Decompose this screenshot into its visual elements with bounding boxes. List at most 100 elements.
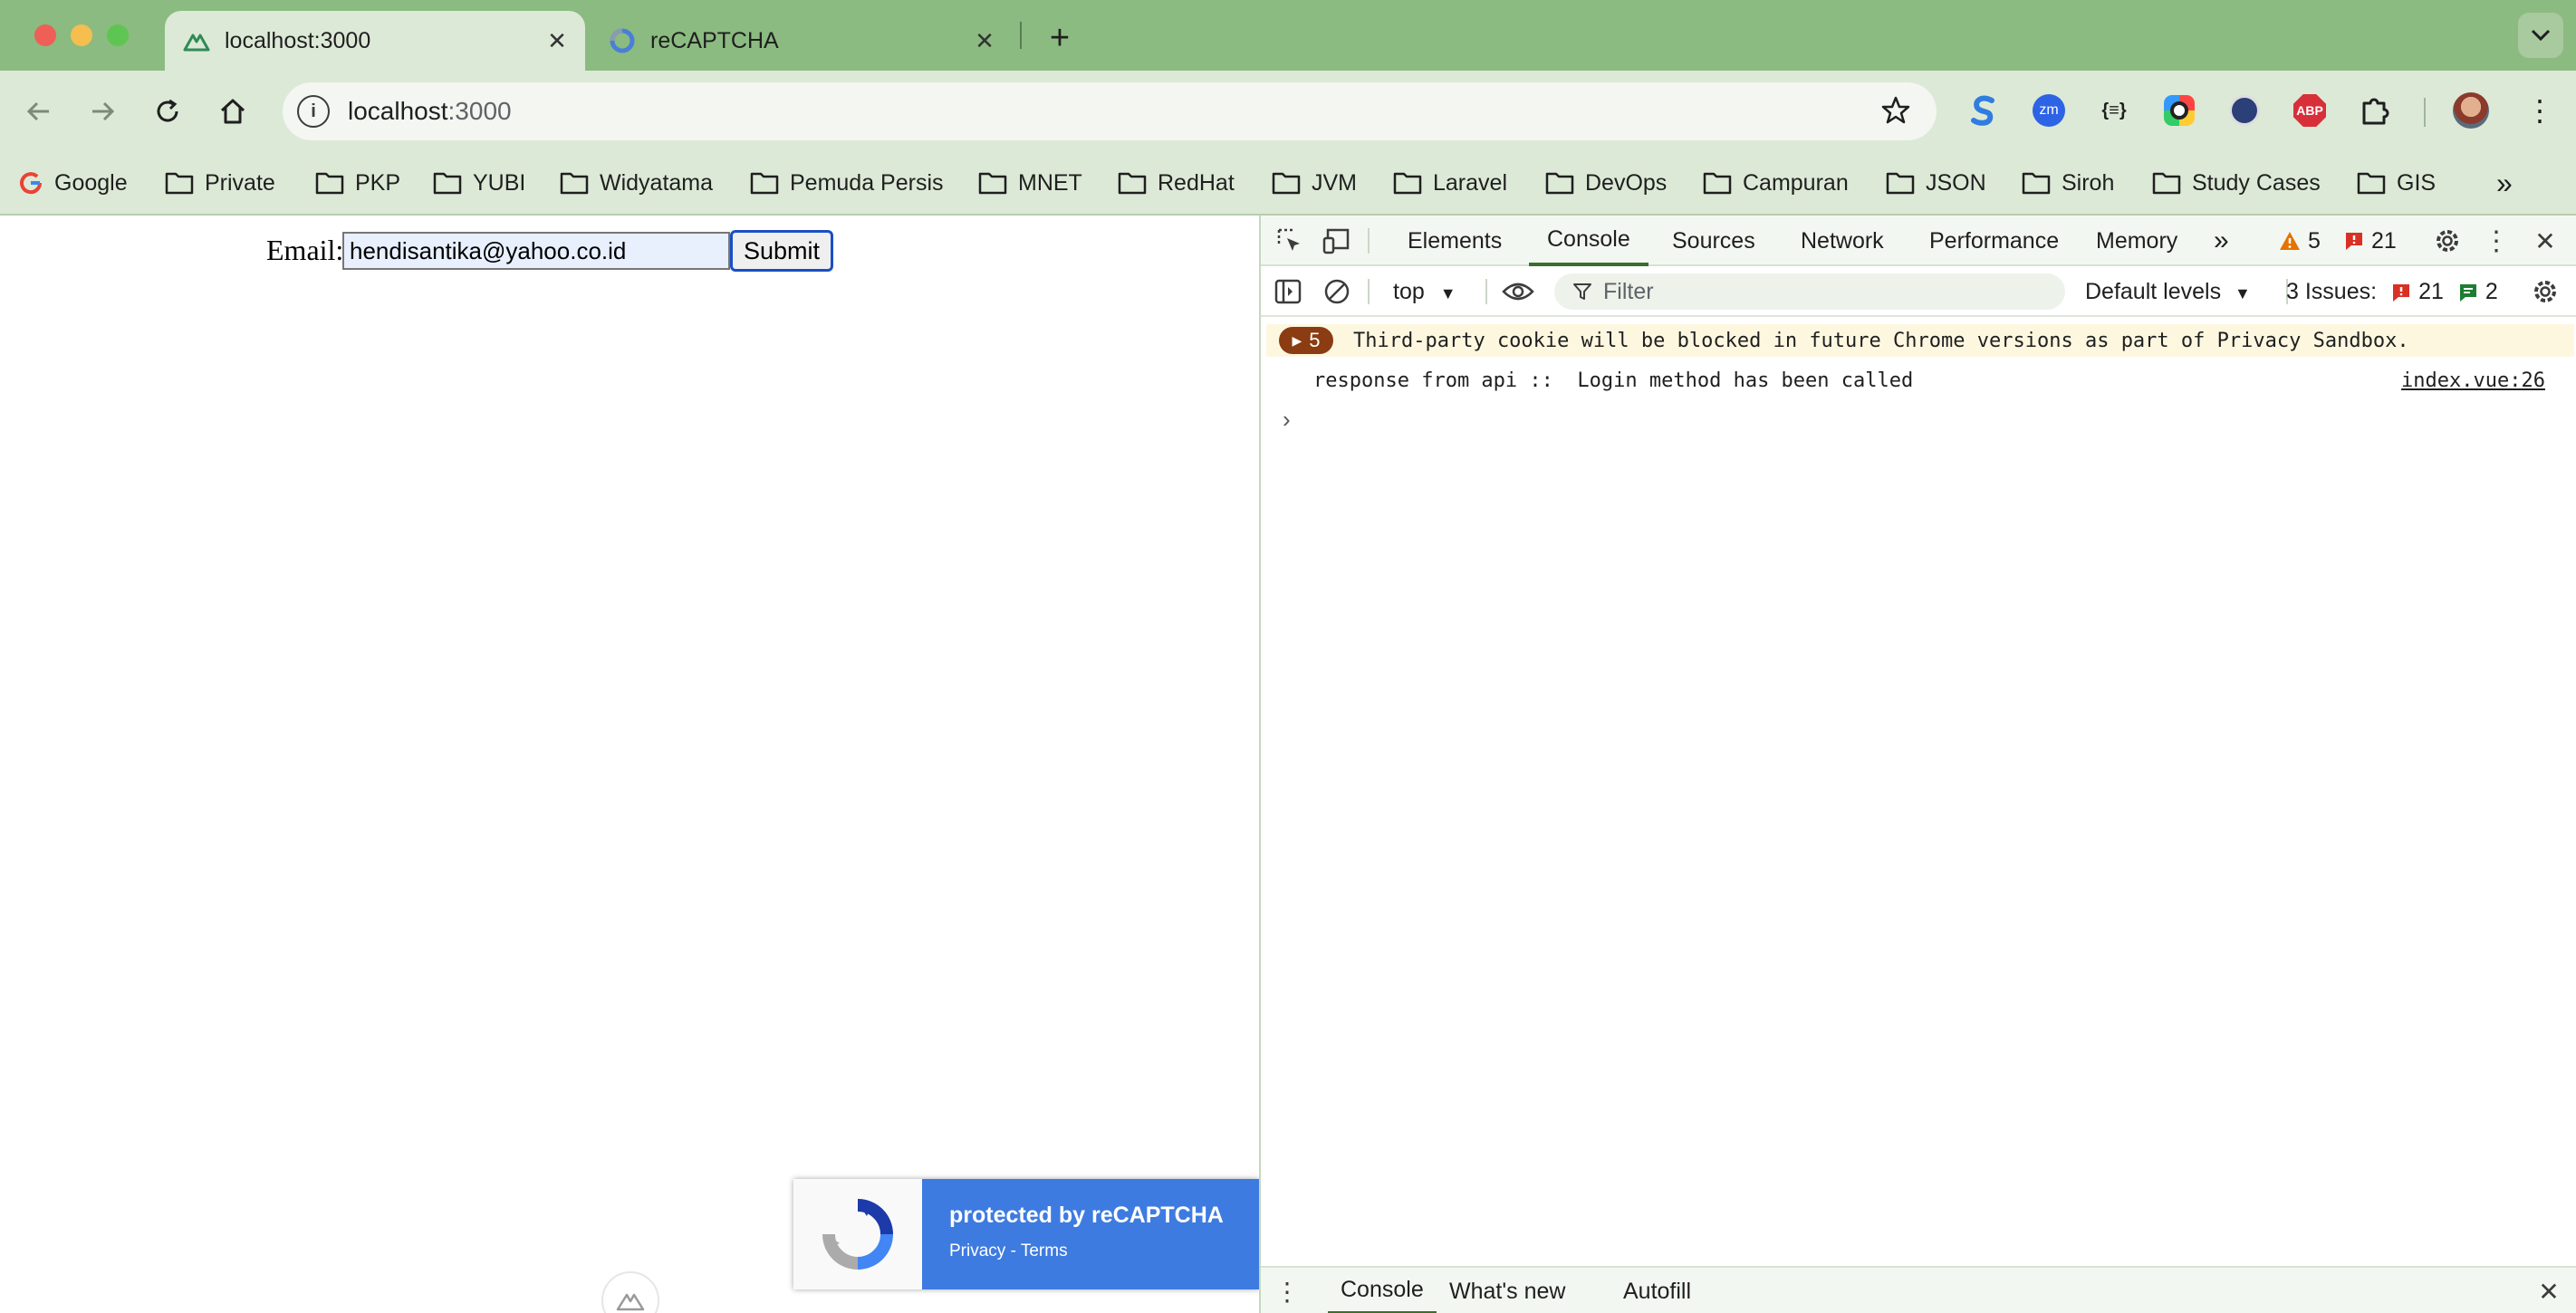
colorzilla-extension-icon[interactable] [2161, 92, 2197, 129]
drawer-tab-console[interactable]: Console [1328, 1268, 1437, 1313]
warning-icon [2280, 232, 2300, 250]
drawer-tab-whats-new[interactable]: What's new [1449, 1268, 1565, 1313]
more-bookmarks-button[interactable]: » [2496, 165, 2513, 201]
site-info-icon[interactable]: i [297, 95, 330, 128]
tab-memory[interactable]: Memory [2096, 216, 2177, 266]
issues-counter[interactable]: 3 Issues: 21 2 [2286, 279, 2498, 305]
console-prompt[interactable]: › [1283, 406, 1291, 434]
devtools-divider [1485, 279, 1487, 304]
recaptcha-text-panel: protected by reCAPTCHA Privacy - Terms [922, 1179, 1259, 1289]
log-text: response from api :: Login method has be… [1313, 369, 1914, 392]
console-settings-icon[interactable] [2529, 275, 2562, 308]
bookmark-folder-study-cases[interactable]: Study Cases [2152, 165, 2321, 201]
bookmark-folder-devops[interactable]: DevOps [1545, 165, 1667, 201]
bookmark-folder-siroh[interactable]: Siroh [2022, 165, 2114, 201]
more-tabs-button[interactable]: » [2214, 216, 2229, 266]
nuxt-devtools-button[interactable] [601, 1271, 659, 1313]
bookmark-folder-laravel[interactable]: Laravel [1393, 165, 1507, 201]
bookmark-folder-pemuda-persis[interactable]: Pemuda Persis [750, 165, 944, 201]
address-bar[interactable]: i localhost:3000 [283, 82, 1937, 140]
tab-search-button[interactable] [2518, 13, 2563, 58]
close-window-button[interactable] [34, 24, 56, 46]
tab-performance[interactable]: Performance [1929, 216, 2059, 266]
folder-icon [2152, 172, 2181, 195]
terms-link[interactable]: Terms [1021, 1241, 1068, 1260]
devtools-menu-icon[interactable]: ⋮ [2480, 225, 2513, 257]
device-toolbar-icon[interactable] [1321, 225, 1353, 257]
close-tab-icon[interactable]: ✕ [971, 27, 998, 54]
clear-console-icon[interactable] [1321, 275, 1353, 308]
close-tab-icon[interactable]: ✕ [543, 27, 571, 54]
privacy-link[interactable]: Privacy [949, 1241, 1005, 1260]
log-levels-dropdown[interactable]: Default levels ▼ [2085, 279, 2251, 305]
caret-down-icon: ▼ [1439, 284, 1456, 302]
close-drawer-icon[interactable]: ✕ [2533, 1275, 2565, 1308]
tab-elements[interactable]: Elements [1408, 216, 1502, 266]
bookmark-folder-jvm[interactable]: JVM [1272, 165, 1357, 201]
issues-info-count: 2 [2485, 279, 2498, 304]
folder-icon [1393, 172, 1422, 195]
bookmark-folder-json[interactable]: JSON [1886, 165, 1986, 201]
arrow-right-icon [92, 101, 115, 121]
tab-separator [1020, 22, 1022, 49]
adblock-plus-icon[interactable]: ABP [2292, 92, 2328, 129]
chrome-menu-button[interactable]: ⋮ [2522, 92, 2558, 129]
bookmark-star-icon[interactable] [1880, 95, 1911, 126]
bookmark-label: GIS [2397, 169, 2437, 196]
devtools-tab-bar: Elements Console Sources Network Perform… [1261, 216, 2576, 266]
zoom-window-button[interactable] [107, 24, 129, 46]
tab-sources[interactable]: Sources [1672, 216, 1755, 266]
extensions-puzzle-icon[interactable] [2357, 92, 2393, 129]
bookmark-label: MNET [1018, 169, 1082, 196]
json-extension-icon[interactable]: {≡} [2096, 92, 2132, 129]
recaptcha-badge[interactable]: protected by reCAPTCHA Privacy - Terms [793, 1179, 1259, 1289]
warnings-counter[interactable]: 5 [2279, 216, 2321, 266]
devtools-settings-icon[interactable] [2431, 225, 2464, 257]
astronaut-extension-icon[interactable] [2226, 92, 2263, 129]
forward-button[interactable] [80, 89, 125, 134]
bookmark-folder-widyatama[interactable]: Widyatama [560, 165, 713, 201]
bookmark-folder-mnet[interactable]: MNET [978, 165, 1082, 201]
tab-localhost[interactable]: localhost:3000 ✕ [165, 11, 585, 71]
close-devtools-icon[interactable]: ✕ [2529, 225, 2562, 257]
bookmark-folder-pkp[interactable]: PKP [315, 165, 400, 201]
log-source-link[interactable]: index.vue:26 [2401, 369, 2545, 392]
tab-console[interactable]: Console [1529, 216, 1648, 266]
submit-button[interactable]: Submit [730, 230, 833, 272]
errors-counter[interactable]: 21 [2344, 216, 2397, 266]
drawer-menu-icon[interactable]: ⋮ [1274, 1275, 1301, 1308]
filter-icon [1573, 283, 1591, 300]
profile-avatar[interactable] [2453, 92, 2489, 129]
console-warning-message[interactable]: ▶ 5 Third-party cookie will be blocked i… [1266, 324, 2574, 357]
zoom-extension-icon[interactable]: zm [2031, 92, 2067, 129]
bookmark-folder-campuran[interactable]: Campuran [1703, 165, 1849, 201]
errors-count: 21 [2371, 227, 2397, 254]
tab-strip: localhost:3000 ✕ reCAPTCHA ✕ + [0, 0, 2576, 71]
bookmark-google[interactable]: Google [18, 165, 128, 201]
console-filter-input[interactable]: Filter [1554, 273, 2065, 310]
folder-icon [978, 172, 1007, 195]
sidebar-toggle-icon[interactable] [1272, 275, 1304, 308]
bookmark-folder-yubi[interactable]: YUBI [433, 165, 525, 201]
minimize-window-button[interactable] [71, 24, 92, 46]
context-selector[interactable]: top ▼ [1393, 279, 1456, 305]
bookmark-label: PKP [355, 169, 401, 196]
reload-button[interactable] [145, 89, 190, 134]
repeat-count-badge[interactable]: ▶ 5 [1279, 327, 1333, 354]
bookmark-folder-private[interactable]: Private [165, 165, 275, 201]
home-button[interactable] [210, 89, 255, 134]
back-button[interactable] [16, 89, 62, 134]
tab-recaptcha[interactable]: reCAPTCHA ✕ [592, 11, 1013, 71]
drawer-tab-autofill[interactable]: Autofill [1623, 1268, 1691, 1313]
warning-text: Third-party cookie will be blocked in fu… [1353, 329, 2409, 352]
bookmark-folder-gis[interactable]: GIS [2357, 165, 2436, 201]
inspect-element-icon[interactable] [1274, 225, 1306, 257]
email-field[interactable] [342, 232, 730, 270]
tab-network[interactable]: Network [1801, 216, 1884, 266]
extension-s-icon[interactable] [1966, 92, 2002, 129]
reload-icon [157, 99, 178, 122]
live-expression-eye-icon[interactable] [1500, 275, 1536, 308]
new-tab-button[interactable]: + [1038, 16, 1081, 60]
folder-icon [1703, 172, 1732, 195]
bookmark-folder-redhat[interactable]: RedHat [1118, 165, 1235, 201]
